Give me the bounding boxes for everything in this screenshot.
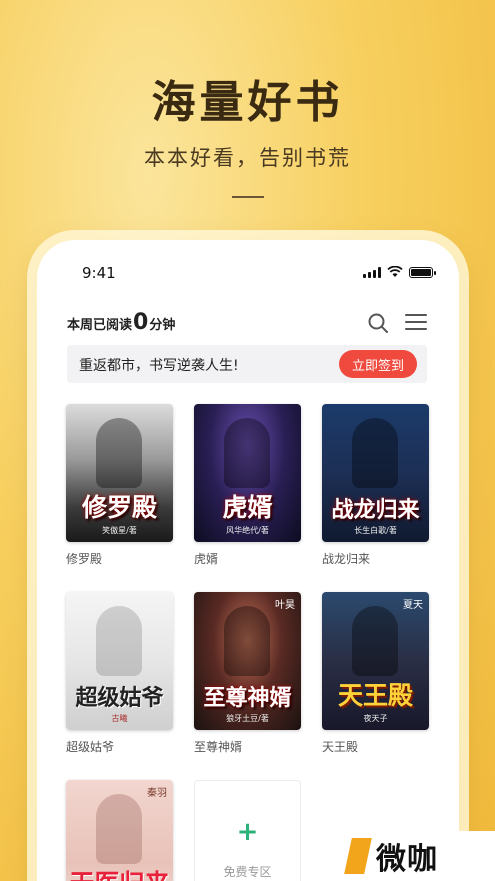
book-cover[interactable]: 战龙归来 长生白歌/著 [322,404,429,542]
reading-unit: 分钟 [149,318,176,333]
hero-title: 海量好书 [151,77,344,128]
book-cover[interactable]: 叶昊 至尊神婿 狼牙土豆/著 [194,592,301,730]
checkin-banner: 重返都市，书写逆袭人生! 立即签到 [67,345,427,383]
wifi-icon [387,266,403,277]
book-cover[interactable]: 夏天 天王殿 夜天子 [322,592,429,730]
book-title[interactable]: 虎婿 [194,550,301,567]
plus-icon: + [236,816,259,847]
status-time: 9:41 [82,264,116,282]
battery-icon [409,267,436,278]
book-cover[interactable]: 秦羽 天医归来 [66,780,173,881]
hero-divider [232,196,264,198]
book-title[interactable]: 修罗殿 [66,550,173,567]
watermark-logo-icon [344,838,372,874]
weekly-reading: 本周已阅读 0 分钟 [67,310,175,335]
book-title[interactable]: 战龙归来 [322,550,429,567]
reading-value: 0 [133,310,149,335]
book-item[interactable]: 战龙归来 长生白歌/著 战龙归来 [322,404,429,567]
book-title[interactable]: 超级姑爷 [66,738,173,755]
book-item[interactable]: 秦羽 天医归来 [66,780,173,881]
banner-text: 重返都市，书写逆袭人生! [79,358,239,374]
free-zone-item[interactable]: + 免费专区 [194,780,301,881]
book-title[interactable]: 天王殿 [322,738,429,755]
free-zone-label: 免费专区 [223,864,272,879]
checkin-button[interactable]: 立即签到 [339,350,417,378]
phone-mockup: 9:41 本周已阅读 0 分钟 重返都市，书写逆袭人生! 立即签到 修罗殿 笑傲… [37,240,459,881]
signal-icon [363,267,381,278]
status-icons [363,266,436,278]
search-icon[interactable] [367,312,389,334]
free-zone-card[interactable]: + 免费专区 [194,780,301,881]
status-bar: 9:41 [37,240,459,300]
book-item[interactable]: 修罗殿 笑傲星/著 修罗殿 [66,404,173,567]
book-title[interactable]: 至尊神婿 [194,738,301,755]
book-cover[interactable]: 超级姑爷 古曦 [66,592,173,730]
book-item[interactable]: 虎婿 风华绝代/著 虎婿 [194,404,301,567]
book-item[interactable]: 叶昊 至尊神婿 狼牙土豆/著 至尊神婿 [194,592,301,755]
watermark-text: 微咖 [376,842,438,877]
book-item[interactable]: 超级姑爷 古曦 超级姑爷 [66,592,173,755]
book-item[interactable]: 夏天 天王殿 夜天子 天王殿 [322,592,429,755]
menu-icon[interactable] [405,312,427,332]
hero-subtitle: 本本好看，告别书荒 [144,146,351,170]
reading-label: 本周已阅读 [67,318,133,333]
watermark: 微咖 [340,831,495,881]
book-cover[interactable]: 虎婿 风华绝代/著 [194,404,301,542]
book-cover[interactable]: 修罗殿 笑傲星/著 [66,404,173,542]
